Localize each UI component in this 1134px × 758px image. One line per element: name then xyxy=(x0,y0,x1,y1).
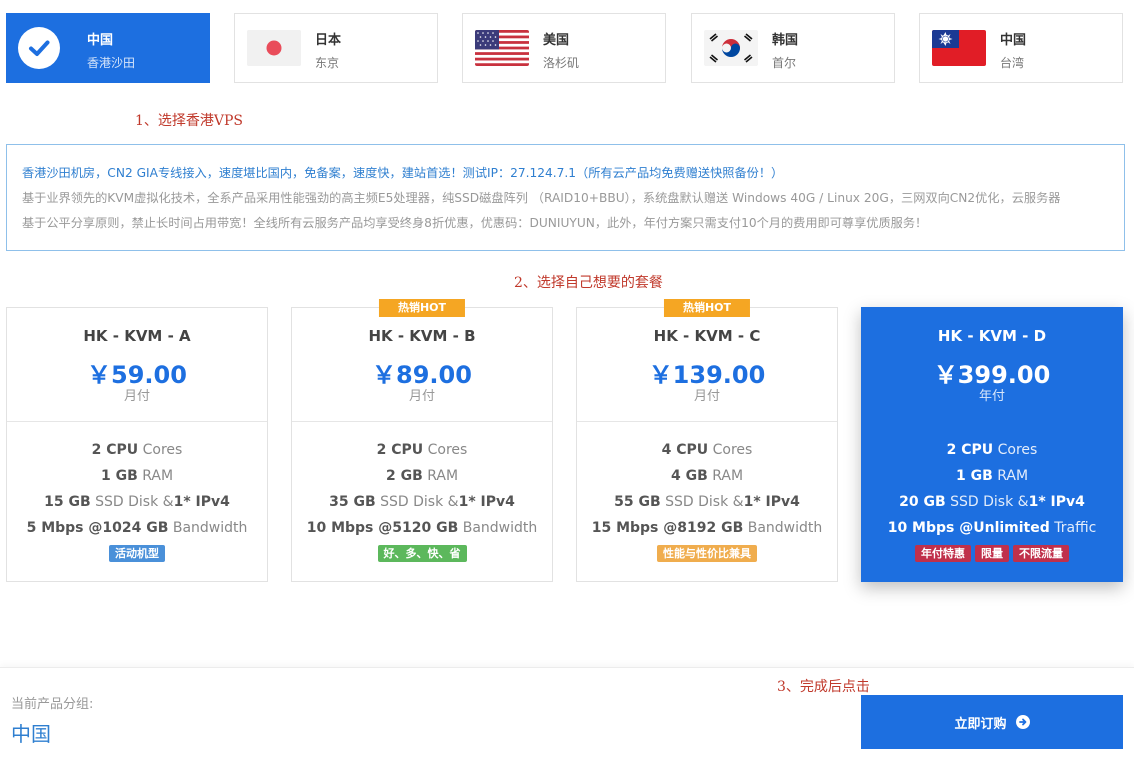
feature-disk: 20 GB SSD Disk &1* IPv4 xyxy=(899,494,1085,510)
plan-features: 4 CPU Cores 4 GB RAM 55 GB SSD Disk &1* … xyxy=(577,422,837,563)
feature-ram: 1 GB RAM xyxy=(100,468,174,484)
feature-bandwidth: 10 Mbps @5120 GB Bandwidth xyxy=(306,520,538,536)
annotation-step2: 2、选择自己想要的套餐 xyxy=(514,275,663,291)
annotation-step1: 1、选择香港VPS xyxy=(135,113,244,129)
region-japan[interactable]: 日本 东京 xyxy=(234,13,438,83)
plan-features: 2 CPU Cores 1 GB RAM 20 GB SSD Disk &1* … xyxy=(862,422,1122,563)
feature-disk: 55 GB SSD Disk &1* IPv4 xyxy=(614,494,800,510)
region-city: 台湾 xyxy=(1000,56,1025,70)
region-taiwan[interactable]: 中国 台湾 xyxy=(919,13,1123,83)
feature-ram: 1 GB RAM xyxy=(955,468,1029,484)
plan-price: ￥89.00 xyxy=(372,361,472,389)
plan-tags: 年付特惠 限量 不限流量 xyxy=(862,541,1122,563)
plan-card-c[interactable]: 热销HOT HK - KVM - C ￥139.00 月付 4 CPU Core… xyxy=(576,299,838,582)
plan-header: HK - KVM - C ￥139.00 月付 xyxy=(577,308,837,422)
feature-cpu: 2 CPU Cores xyxy=(91,442,183,458)
plan-features: 2 CPU Cores 1 GB RAM 15 GB SSD Disk &1* … xyxy=(7,422,267,563)
plan-cycle: 年付 xyxy=(978,389,1005,404)
feature-bandwidth: 5 Mbps @1024 GB Bandwidth xyxy=(26,520,248,536)
check-icon xyxy=(18,27,60,69)
region-info-box: 香港沙田机房，CN2 GIA专线接入，速度堪比国内，免备案，速度快，建站首选！测… xyxy=(6,144,1125,251)
plan-header: HK - KVM - B ￥89.00 月付 xyxy=(292,308,552,422)
region-city: 东京 xyxy=(315,56,340,70)
region-city: 首尔 xyxy=(772,56,797,70)
region-name: 韩国 xyxy=(772,33,799,48)
plan-cycle: 月付 xyxy=(693,389,720,404)
plan-tags: 活动机型 xyxy=(7,541,267,563)
order-now-label: 立即订购 xyxy=(954,716,1007,732)
tag-badge: 好、多、快、省 xyxy=(377,545,467,562)
region-korea[interactable]: 韩国 首尔 xyxy=(691,13,895,83)
order-footer: 当前产品分组: 中国 3、完成后点击 立即订购 xyxy=(0,667,1134,758)
region-city: 洛杉矶 xyxy=(543,56,580,70)
plan-features: 2 CPU Cores 2 GB RAM 35 GB SSD Disk &1* … xyxy=(292,422,552,563)
plan-card-a[interactable]: HK - KVM - A ￥59.00 月付 2 CPU Cores 1 GB … xyxy=(6,307,268,582)
region-selector: 中国 香港沙田 日本 东京 美国 洛杉矶 韩国 首尔 中国 台湾 xyxy=(6,13,1126,85)
product-group-value: 中国 xyxy=(11,722,51,746)
tag-badge: 活动机型 xyxy=(109,545,165,562)
product-group-label: 当前产品分组: xyxy=(11,697,94,712)
plan-header: HK - KVM - A ￥59.00 月付 xyxy=(7,308,267,422)
region-usa[interactable]: 美国 洛杉矶 xyxy=(462,13,666,83)
plan-tags: 好、多、快、省 xyxy=(292,541,552,563)
korea-flag-icon xyxy=(704,30,758,66)
feature-disk: 35 GB SSD Disk &1* IPv4 xyxy=(329,494,515,510)
region-name: 美国 xyxy=(543,33,570,48)
tag-badge: 性能与性价比兼具 xyxy=(657,545,757,562)
feature-bandwidth: 15 Mbps @8192 GB Bandwidth xyxy=(591,520,823,536)
feature-bandwidth: 10 Mbps @Unlimited Traffic xyxy=(887,520,1097,536)
japan-flag-icon xyxy=(247,30,301,66)
info-line-1: 香港沙田机房，CN2 GIA专线接入，速度堪比国内，免备案，速度快，建站首选！测… xyxy=(22,166,784,180)
plan-card-b[interactable]: 热销HOT HK - KVM - B ￥89.00 月付 2 CPU Cores… xyxy=(291,299,553,582)
tag-badge: 限量 xyxy=(975,545,1009,562)
feature-ram: 4 GB RAM xyxy=(670,468,744,484)
plan-header: HK - KVM - D ￥399.00 年付 xyxy=(862,308,1122,422)
plan-tags: 性能与性价比兼具 xyxy=(577,541,837,563)
arrow-right-icon xyxy=(1015,715,1030,729)
tag-badge: 年付特惠 xyxy=(915,545,971,562)
region-city: 香港沙田 xyxy=(87,56,136,70)
feature-cpu: 4 CPU Cores xyxy=(661,442,753,458)
plan-cycle: 月付 xyxy=(123,389,150,404)
usa-flag-icon xyxy=(475,30,529,66)
feature-ram: 2 GB RAM xyxy=(385,468,459,484)
plan-cycle: 月付 xyxy=(408,389,435,404)
region-name: 中国 xyxy=(1000,33,1027,48)
plan-price: ￥59.00 xyxy=(87,361,187,389)
plan-name: HK - KVM - D xyxy=(937,327,1047,345)
plan-card-d[interactable]: HK - KVM - D ￥399.00 年付 2 CPU Cores 1 GB… xyxy=(861,307,1123,582)
plan-price: ￥399.00 xyxy=(933,361,1051,389)
region-name: 日本 xyxy=(315,33,342,48)
taiwan-flag-icon xyxy=(932,30,986,66)
region-hongkong[interactable]: 中国 香港沙田 xyxy=(6,13,210,83)
plan-price: ￥139.00 xyxy=(648,361,766,389)
feature-cpu: 2 CPU Cores xyxy=(376,442,468,458)
order-now-button[interactable]: 立即订购 xyxy=(861,695,1123,749)
region-name: 中国 xyxy=(87,33,114,48)
plan-name: HK - KVM - A xyxy=(83,327,191,345)
info-line-3: 基于公平分享原则，禁止长时间占用带宽！全线所有云服务产品均享受终身8折优惠，优惠… xyxy=(22,216,928,230)
feature-cpu: 2 CPU Cores xyxy=(946,442,1038,458)
tag-badge: 不限流量 xyxy=(1013,545,1069,562)
hot-badge: 热销HOT xyxy=(663,299,751,317)
info-line-2: 基于业界领先的KVM虚拟化技术，全系产品采用性能强劲的高主频E5处理器，纯SSD… xyxy=(22,191,1061,205)
feature-disk: 15 GB SSD Disk &1* IPv4 xyxy=(44,494,230,510)
annotation-step3: 3、完成后点击 xyxy=(777,679,870,695)
hot-badge: 热销HOT xyxy=(378,299,466,317)
